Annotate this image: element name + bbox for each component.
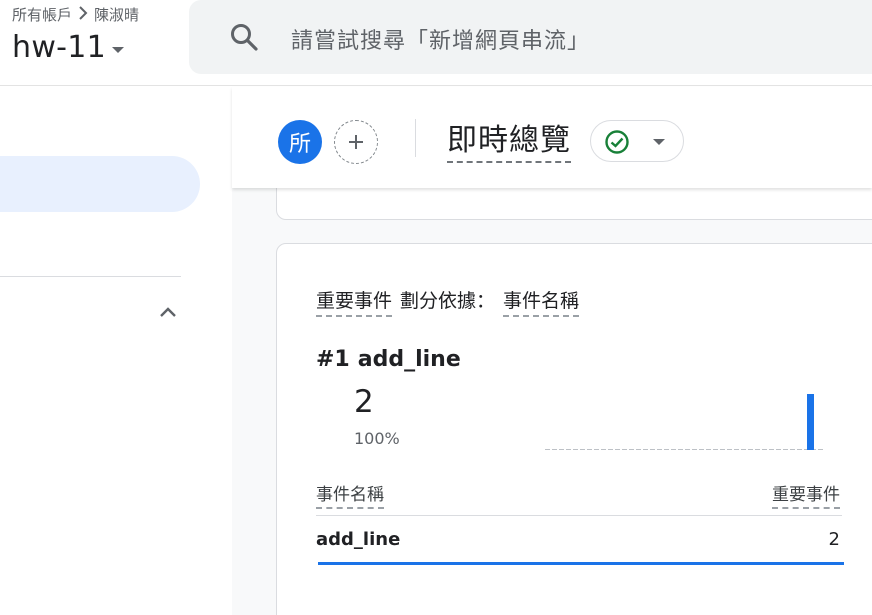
breadcrumb-all-accounts[interactable]: 所有帳戶 xyxy=(12,4,72,25)
nav-item-active[interactable] xyxy=(0,156,200,212)
card-title: 重要事件 劃分依據： 事件名稱 xyxy=(316,286,580,317)
search-bar[interactable]: 請嘗試搜尋「新增網頁串流」 xyxy=(189,0,872,74)
row-share-bar xyxy=(318,562,844,565)
row-key-events-value: 2 xyxy=(828,529,840,550)
top-item-percent: 100% xyxy=(354,429,400,448)
comparison-chip[interactable]: 所 xyxy=(278,120,322,164)
sparkline-bar xyxy=(807,394,814,450)
left-nav xyxy=(0,87,232,615)
breadcrumb-account[interactable]: 陳淑晴 xyxy=(94,4,139,25)
search-icon xyxy=(231,24,258,51)
report-header: 所 即時總覽 xyxy=(232,87,872,188)
top-item-name: add_line xyxy=(357,347,461,372)
table-row[interactable]: add_line 2 xyxy=(316,527,844,565)
chevron-right-icon xyxy=(77,5,89,24)
dimension-selector[interactable]: 事件名稱 xyxy=(503,286,580,317)
arrow-drop-down-icon xyxy=(653,139,665,145)
column-header-event-name[interactable]: 事件名稱 xyxy=(316,480,384,509)
top-bar: 所有帳戶 陳淑晴 hw-11 請嘗試搜尋「新增網頁串流」 xyxy=(0,0,872,86)
dimension-prefix: 劃分依據： xyxy=(400,290,496,312)
chevron-up-icon[interactable] xyxy=(157,301,179,323)
breadcrumb: 所有帳戶 陳淑晴 xyxy=(12,4,139,25)
key-events-card: 重要事件 劃分依據： 事件名稱 #1 add_line 2 100% 事件名稱 重… xyxy=(276,243,872,615)
metric-selector[interactable]: 重要事件 xyxy=(316,286,393,317)
report-title[interactable]: 即時總覽 xyxy=(447,115,571,163)
property-name: hw-11 xyxy=(12,30,107,65)
caret-down-icon xyxy=(112,46,125,53)
header-divider xyxy=(415,119,416,157)
add-comparison-button[interactable] xyxy=(334,120,378,164)
plus-icon xyxy=(349,135,363,149)
data-status-dropdown[interactable] xyxy=(590,120,684,162)
property-selector[interactable]: hw-11 xyxy=(12,30,125,65)
nav-divider xyxy=(0,276,181,277)
table-header-divider xyxy=(316,515,842,516)
top-item-rank: #1 xyxy=(316,347,350,372)
search-placeholder: 請嘗試搜尋「新增網頁串流」 xyxy=(291,29,591,54)
top-item-heading: #1 add_line xyxy=(316,347,461,372)
row-event-name: add_line xyxy=(316,529,401,550)
column-header-key-events[interactable]: 重要事件 xyxy=(772,480,840,509)
top-item-value: 2 xyxy=(354,384,374,420)
check-circle-icon xyxy=(605,130,629,154)
sparkline-chart xyxy=(545,394,825,450)
app-root: 所有帳戶 陳淑晴 hw-11 請嘗試搜尋「新增網頁串流」 所 即時總覽 重要事件… xyxy=(0,0,872,615)
